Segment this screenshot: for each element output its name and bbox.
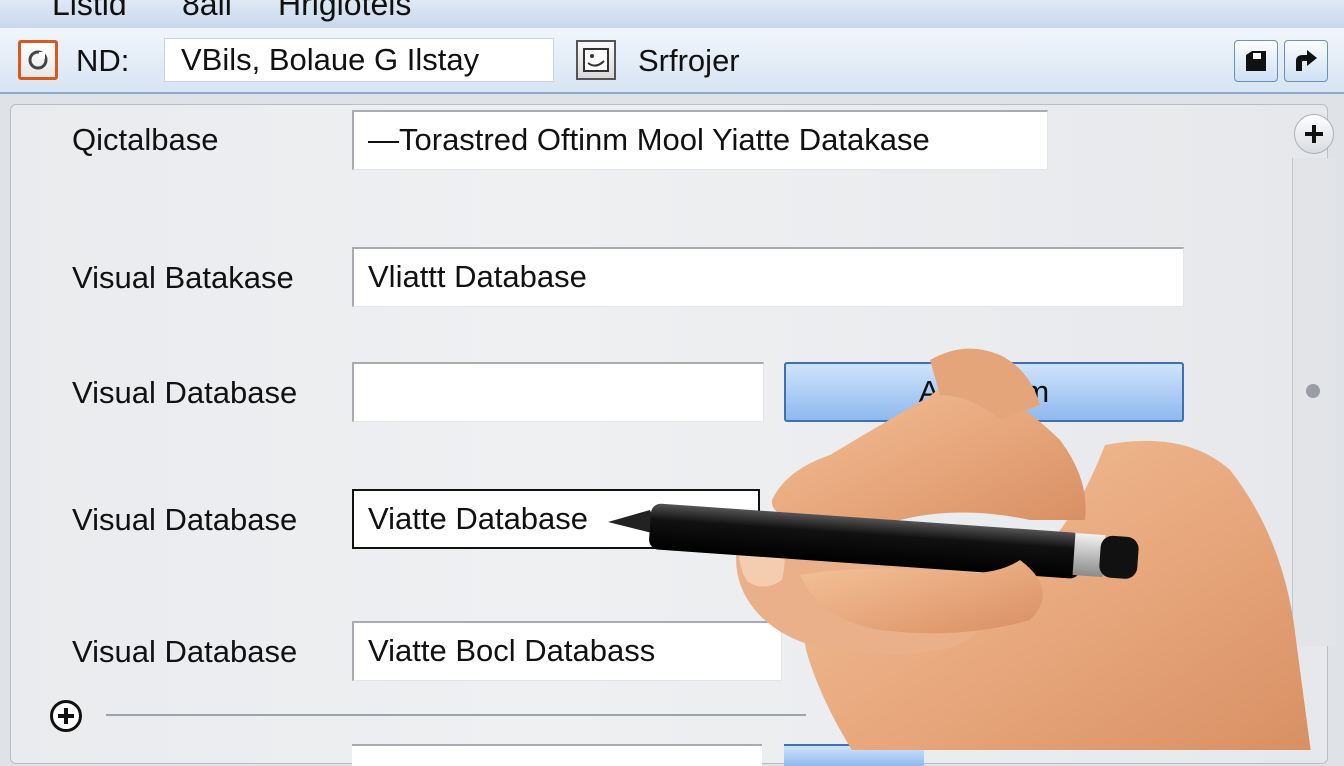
toolbar-label: ND: xyxy=(76,43,130,78)
save-icon xyxy=(1246,51,1266,71)
menu-bar: Listid 8ail Hrigiotels xyxy=(0,0,1344,29)
row-3-action-button[interactable]: Affo hiom xyxy=(784,362,1184,422)
redo-button[interactable] xyxy=(1284,40,1328,82)
toolbar: ND: VBils, Bolaue G Ilstay Srfrojer xyxy=(0,28,1344,94)
row-1-label: Qictalbase xyxy=(72,122,219,157)
image-icon[interactable] xyxy=(576,40,616,80)
row-2-field[interactable]: Vliattt Database xyxy=(352,247,1184,307)
row-4-field[interactable]: Viatte Database xyxy=(352,489,760,549)
menu-item-3[interactable]: Hrigiotels xyxy=(278,0,411,23)
divider xyxy=(106,714,806,716)
row-2-label: Visual Batakase xyxy=(72,260,294,295)
save-button[interactable] xyxy=(1234,40,1278,82)
add-circle-icon[interactable] xyxy=(50,700,82,732)
app-logo-icon[interactable] xyxy=(18,40,58,80)
toolbar-search-field[interactable]: VBils, Bolaue G Ilstay xyxy=(164,38,554,82)
scrollbar-thumb[interactable] xyxy=(1306,384,1320,398)
toolbar-project-label[interactable]: Srfrojer xyxy=(638,43,740,79)
row-6-field[interactable] xyxy=(352,744,762,766)
row-5-field[interactable]: Viatte Bocl Databass xyxy=(352,621,782,681)
row-5-label: Visual Database xyxy=(72,634,298,669)
menu-item-1[interactable]: Listid xyxy=(52,0,127,23)
row-3-label: Visual Database xyxy=(72,375,298,410)
row-4-label: Visual Database xyxy=(72,502,298,537)
plus-icon[interactable] xyxy=(1294,114,1334,154)
redo-icon xyxy=(1296,50,1317,71)
row-6-button[interactable] xyxy=(784,744,924,766)
scrollbar-track[interactable] xyxy=(1292,158,1336,646)
row-1-field[interactable]: —Torastred Oftinm Mool Yiatte Datakase xyxy=(352,110,1048,170)
menu-item-2[interactable]: 8ail xyxy=(182,0,232,23)
row-3-field[interactable] xyxy=(352,362,764,422)
